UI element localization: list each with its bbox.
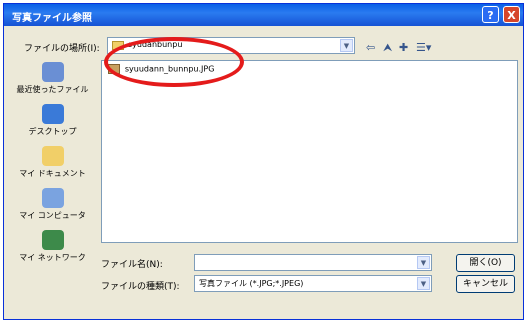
my-network-icon <box>41 230 64 250</box>
back-icon[interactable]: ⇦ <box>366 41 375 54</box>
place-label: 最近使ったファイル <box>16 85 89 94</box>
new-folder-icon[interactable]: ✚ <box>399 41 408 54</box>
filetype-select[interactable]: 写真ファイル (*.JPG;*.JPEG) ▼ <box>194 275 432 292</box>
view-menu-icon[interactable]: ☰▾ <box>416 41 431 54</box>
cancel-button[interactable]: キャンセル <box>456 275 515 293</box>
place-my-documents[interactable]: マイ ドキュメント <box>10 146 95 179</box>
place-label: マイ コンピュータ <box>19 211 86 220</box>
filename-input[interactable]: ▼ <box>194 254 432 271</box>
up-folder-icon[interactable]: ⮝ <box>383 41 392 55</box>
filetype-value: 写真ファイル (*.JPG;*.JPEG) <box>199 279 304 288</box>
chevron-down-icon[interactable]: ▼ <box>417 256 430 269</box>
close-button[interactable]: X <box>503 6 520 23</box>
chevron-down-icon[interactable]: ▼ <box>340 39 353 52</box>
dialog-title: 写真ファイル参照 <box>12 13 92 24</box>
recent-icon <box>41 62 64 82</box>
filename-label: ファイル名(N): <box>101 260 163 270</box>
help-button[interactable]: ? <box>482 6 499 23</box>
place-recent[interactable]: 最近使ったファイル <box>10 62 95 95</box>
my-computer-icon <box>41 188 64 208</box>
title-bar: 写真ファイル参照 ? X <box>4 4 523 26</box>
place-desktop[interactable]: デスクトップ <box>10 104 95 137</box>
place-label: デスクトップ <box>28 127 77 136</box>
desktop-icon <box>41 104 64 124</box>
chevron-down-icon[interactable]: ▼ <box>417 277 430 290</box>
place-label: マイ ネットワーク <box>19 253 86 262</box>
annotation-ellipse <box>104 37 244 87</box>
place-my-network[interactable]: マイ ネットワーク <box>10 230 95 263</box>
places-bar: 最近使ったファイル デスクトップ マイ ドキュメント マイ コンピュータ マイ … <box>10 62 95 272</box>
filetype-label: ファイルの種類(T): <box>101 282 180 292</box>
my-documents-icon <box>41 146 64 166</box>
file-list[interactable]: syuudann_bunnpu.JPG <box>101 60 518 243</box>
open-button[interactable]: 開く(O) <box>456 254 515 272</box>
place-label: マイ ドキュメント <box>19 169 86 178</box>
file-dialog: 写真ファイル参照 ? X ファイルの場所(I): syudanbunpu ▼ ⇦… <box>3 3 524 320</box>
location-label: ファイルの場所(I): <box>24 44 100 54</box>
place-my-computer[interactable]: マイ コンピュータ <box>10 188 95 221</box>
